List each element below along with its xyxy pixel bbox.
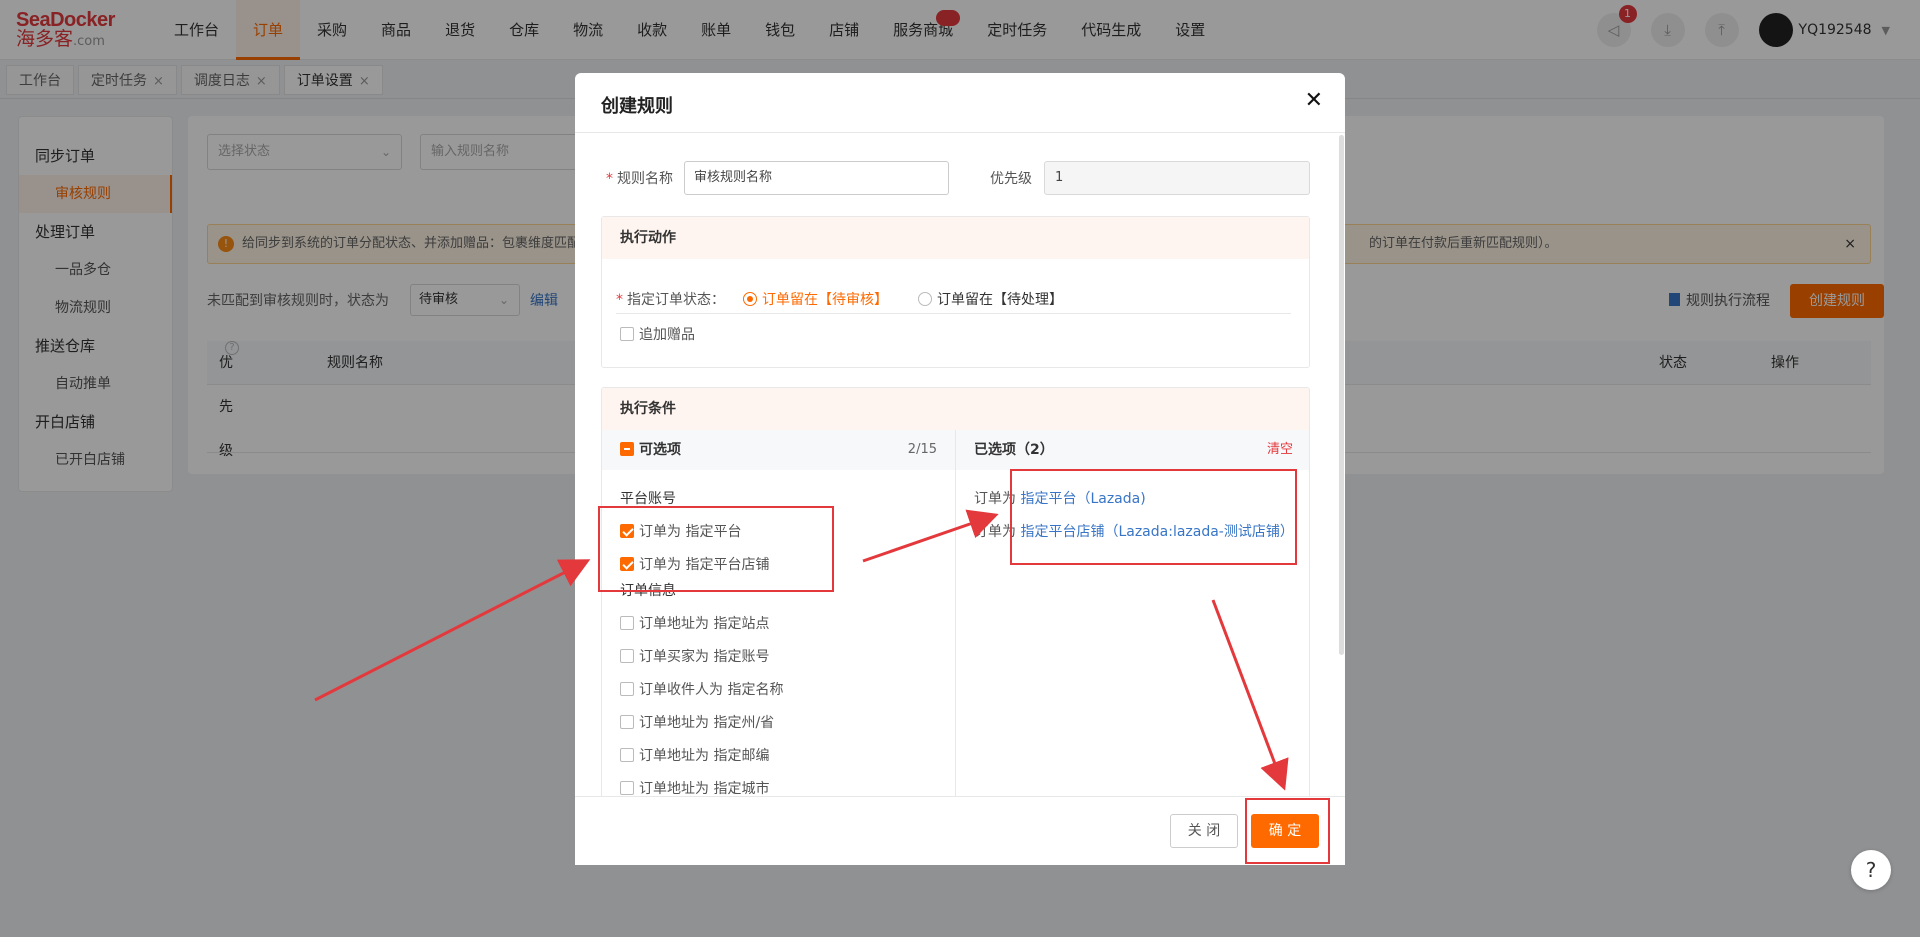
annotation-arrows bbox=[314, 509, 1289, 791]
help-button[interactable]: ? bbox=[1851, 850, 1891, 890]
arrow-to-selected bbox=[862, 509, 999, 563]
arrow-to-confirm bbox=[1211, 599, 1289, 791]
arrow-to-options bbox=[314, 559, 591, 702]
